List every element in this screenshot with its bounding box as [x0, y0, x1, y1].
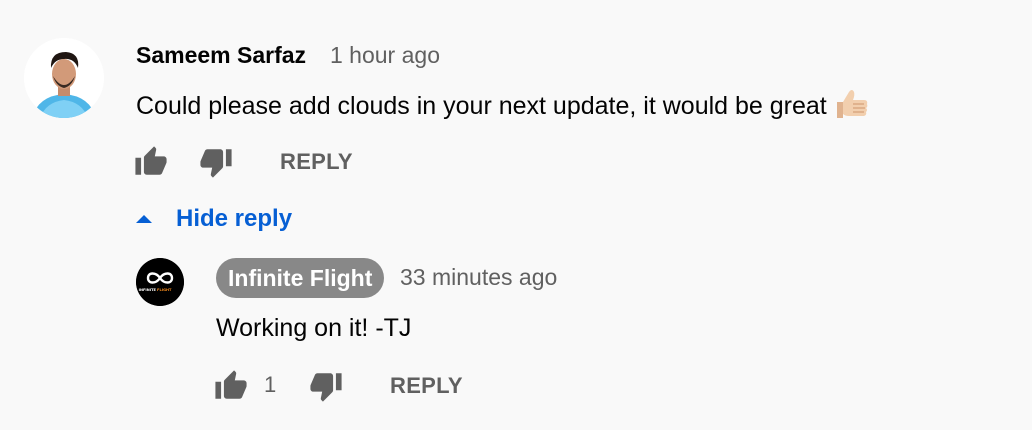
thumbs-up-emoji	[833, 88, 869, 128]
caret-up-icon	[136, 215, 152, 223]
thumbs-down-icon	[200, 149, 232, 178]
reply-text: Working on it! -TJ	[216, 314, 412, 342]
comment-text-content: Could please add clouds in your next upd…	[136, 92, 827, 120]
infinite-flight-avatar[interactable]: INFINITE FLIGHT	[136, 258, 184, 306]
reply-button[interactable]: REPLY	[280, 147, 353, 177]
logo-text-infinite: INFINITE	[139, 288, 157, 292]
thumbs-down-icon	[310, 373, 342, 402]
reply-timestamp[interactable]: 33 minutes ago	[400, 262, 557, 292]
logo-text-flight: FLIGHT	[157, 288, 172, 292]
thumbs-up-icon	[215, 370, 247, 399]
dislike-button[interactable]	[199, 145, 233, 179]
thumbs-up-icon	[135, 146, 167, 175]
comment-author[interactable]: Sameem Sarfaz	[136, 40, 306, 70]
user-avatar[interactable]	[24, 38, 104, 118]
like-button[interactable]	[134, 145, 168, 179]
hide-replies-button[interactable]: Hide reply	[132, 202, 292, 236]
reply-reply-button[interactable]: REPLY	[390, 371, 463, 401]
reply-dislike-button[interactable]	[309, 369, 343, 403]
reply-like-button[interactable]	[214, 369, 248, 403]
reply-like-count: 1	[264, 372, 277, 397]
channel-owner-badge[interactable]: Infinite Flight	[216, 258, 385, 298]
comment-text: Could please add clouds in your next upd…	[136, 88, 869, 128]
infinite-flight-logo: INFINITE FLIGHT	[136, 258, 184, 306]
hide-replies-label: Hide reply	[176, 205, 293, 232]
comment-timestamp[interactable]: 1 hour ago	[330, 40, 440, 70]
user-avatar-image	[24, 38, 104, 118]
